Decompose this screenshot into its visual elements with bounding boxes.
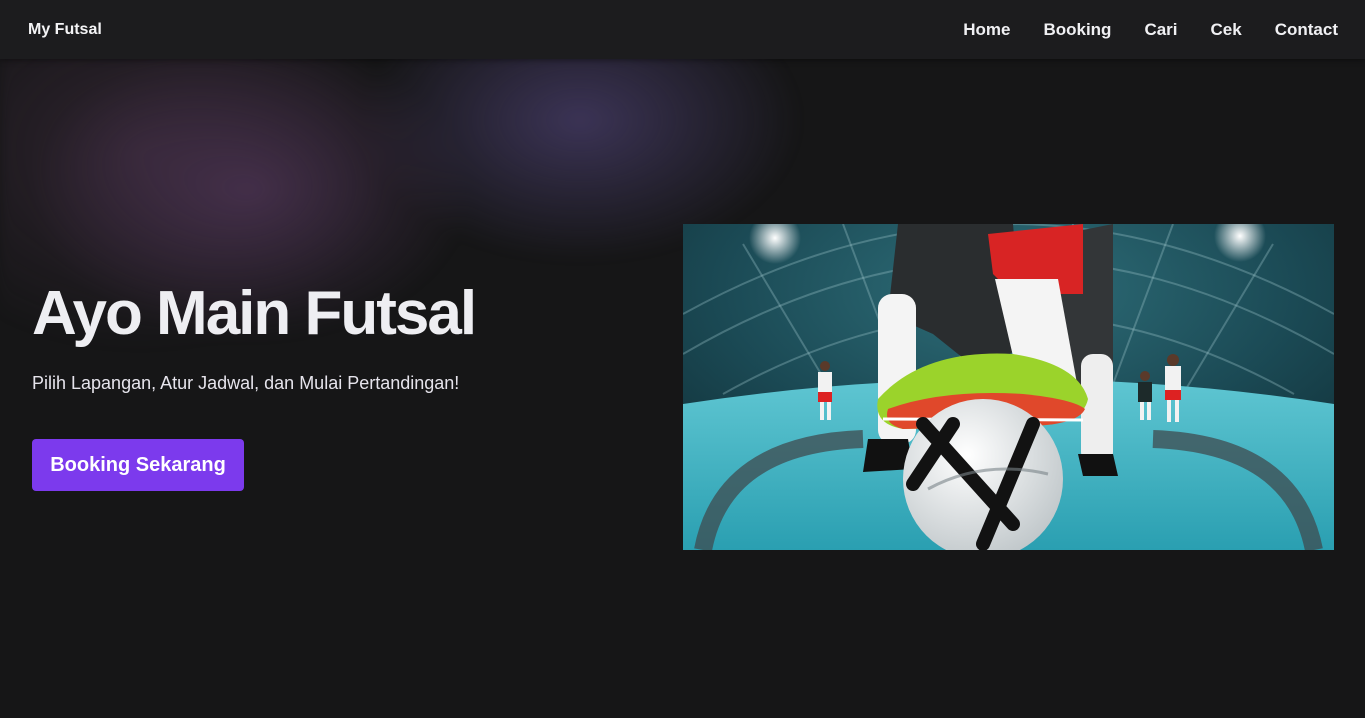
nav-link-home[interactable]: Home — [963, 20, 1010, 40]
nav-link-contact[interactable]: Contact — [1275, 20, 1338, 40]
hero-title: Ayo Main Futsal — [32, 279, 477, 348]
brand-logo[interactable]: My Futsal — [28, 0, 102, 60]
booking-now-button[interactable]: Booking Sekarang — [32, 439, 244, 491]
futsal-photo-illustration — [683, 224, 1334, 550]
navbar: My Futsal Home Booking Cari Cek Contact — [0, 0, 1365, 59]
futsal-action-image — [683, 224, 1334, 550]
nav-link-cari[interactable]: Cari — [1144, 20, 1177, 40]
nav-links: Home Booking Cari Cek Contact — [963, 0, 1338, 60]
hero-subtitle: Pilih Lapangan, Atur Jadwal, dan Mulai P… — [32, 373, 460, 393]
page: My Futsal Home Booking Cari Cek Contact … — [0, 0, 1365, 718]
nav-link-cek[interactable]: Cek — [1211, 20, 1242, 40]
nav-link-booking[interactable]: Booking — [1043, 20, 1111, 40]
